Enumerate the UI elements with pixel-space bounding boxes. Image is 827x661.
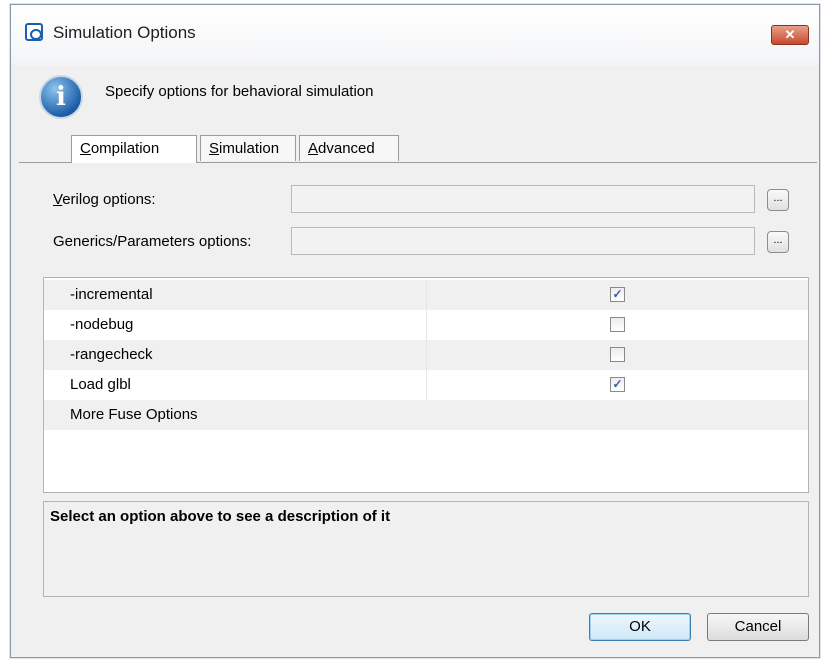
options-table: -incremental ✓ -nodebug -rangecheck Load…	[43, 277, 809, 493]
option-name: -nodebug	[70, 316, 134, 333]
option-checkbox-nodebug[interactable]	[610, 317, 625, 332]
title-bar[interactable]: Simulation Options ✕	[11, 5, 819, 65]
option-name: -rangecheck	[70, 346, 153, 363]
option-name: -incremental	[70, 286, 153, 303]
option-checkbox-incremental[interactable]: ✓	[610, 287, 625, 302]
option-checkbox-rangecheck[interactable]	[610, 347, 625, 362]
option-name: Load glbl	[70, 376, 131, 393]
ok-button[interactable]: OK	[589, 613, 691, 641]
option-name: More Fuse Options	[70, 406, 198, 423]
tab-bar: Compilation Simulation Advanced	[31, 135, 821, 163]
tab-compilation[interactable]: Compilation	[71, 135, 197, 163]
tab-compilation-label: Compilation	[80, 140, 160, 157]
option-row-load-glbl[interactable]: Load glbl ✓	[44, 370, 808, 400]
column-divider	[426, 280, 427, 310]
cancel-button[interactable]: Cancel	[707, 613, 809, 641]
description-text: Select an option above to see a descript…	[50, 508, 391, 525]
column-divider	[426, 370, 427, 400]
window-title: Simulation Options	[53, 23, 196, 42]
tab-advanced-label: Advanced	[308, 140, 375, 157]
close-button[interactable]: ✕	[771, 25, 809, 45]
option-checkbox-load-glbl[interactable]: ✓	[610, 377, 625, 392]
option-row-rangecheck[interactable]: -rangecheck	[44, 340, 808, 370]
tab-advanced[interactable]: Advanced	[299, 135, 399, 161]
header-message: Specify options for behavioral simulatio…	[105, 83, 374, 100]
generics-options-label: Generics/Parameters options:	[53, 233, 252, 250]
simulation-options-dialog: Simulation Options ✕ i Specify options f…	[10, 4, 820, 658]
tab-simulation[interactable]: Simulation	[200, 135, 296, 161]
column-divider	[426, 310, 427, 340]
verilog-options-input[interactable]	[291, 185, 755, 213]
tab-simulation-label: Simulation	[209, 140, 280, 157]
info-icon: i	[39, 75, 83, 119]
column-divider	[426, 340, 427, 370]
generics-options-input[interactable]	[291, 227, 755, 255]
generics-browse-button[interactable]: ...	[767, 231, 789, 253]
option-row-more-fuse-options[interactable]: More Fuse Options	[44, 400, 808, 430]
app-icon	[25, 23, 43, 41]
description-panel: Select an option above to see a descript…	[43, 501, 809, 597]
verilog-browse-button[interactable]: ...	[767, 189, 789, 211]
verilog-options-label: Verilog options:	[53, 191, 156, 208]
option-row-incremental[interactable]: -incremental ✓	[44, 280, 808, 310]
option-row-nodebug[interactable]: -nodebug	[44, 310, 808, 340]
